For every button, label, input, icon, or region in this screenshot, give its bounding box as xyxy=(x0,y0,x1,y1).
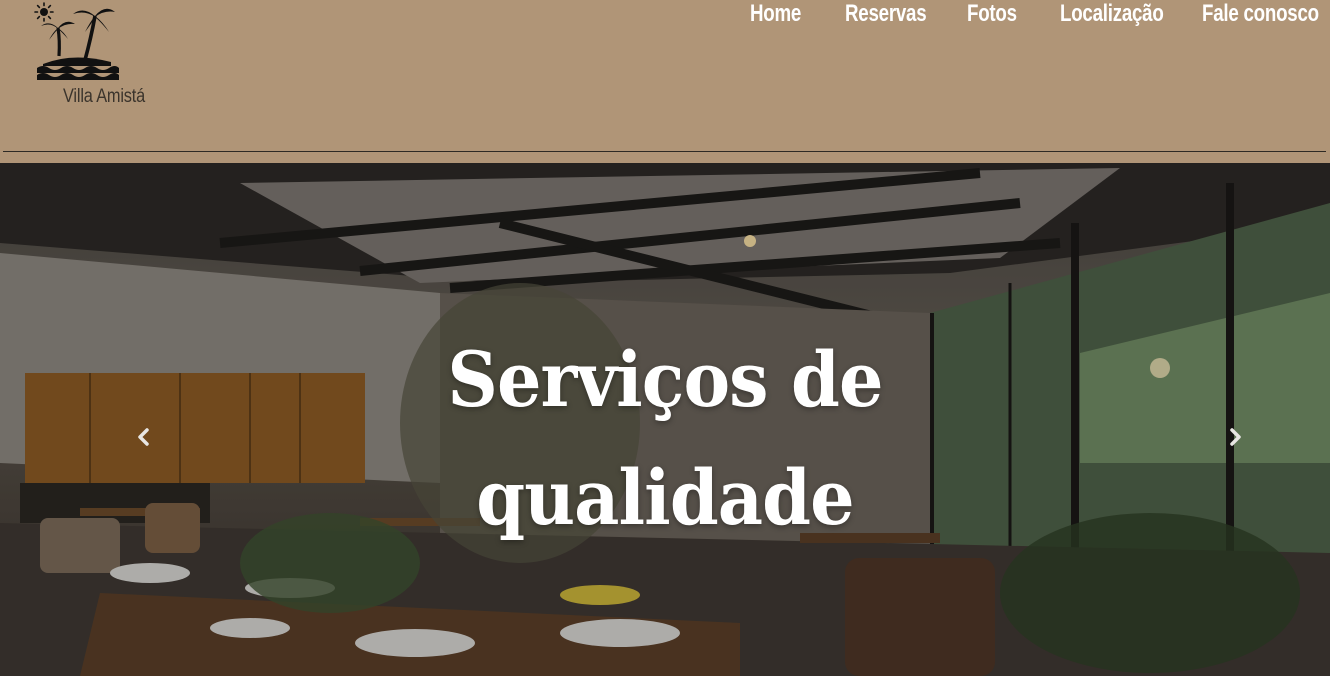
hero-title: Serviços de qualidade xyxy=(435,321,895,557)
nav-item-fale-conosco[interactable]: Fale conosco xyxy=(1202,0,1319,28)
palm-trees-logo-icon xyxy=(34,2,119,80)
site-header: Villa Amistá Home Reservas Fotos Localiz… xyxy=(0,0,1330,152)
header-band xyxy=(0,152,1330,163)
hero-carousel: Serviços de qualidade xyxy=(0,163,1330,676)
nav-item-home[interactable]: Home xyxy=(750,0,801,28)
brand-name: Villa Amistá xyxy=(63,86,146,107)
nav-item-reservas[interactable]: Reservas xyxy=(845,0,927,28)
chevron-left-icon xyxy=(138,428,149,446)
nav-item-fotos[interactable]: Fotos xyxy=(967,0,1017,28)
carousel-next-button[interactable] xyxy=(1225,425,1245,449)
hero-title-line-1: Serviços de xyxy=(447,335,883,424)
hero-title-line-2: qualidade xyxy=(476,453,854,542)
chevron-right-icon xyxy=(1230,428,1241,446)
carousel-prev-button[interactable] xyxy=(134,425,154,449)
logo[interactable]: Villa Amistá xyxy=(30,2,145,112)
nav-item-localizacao[interactable]: Localização xyxy=(1060,0,1164,28)
